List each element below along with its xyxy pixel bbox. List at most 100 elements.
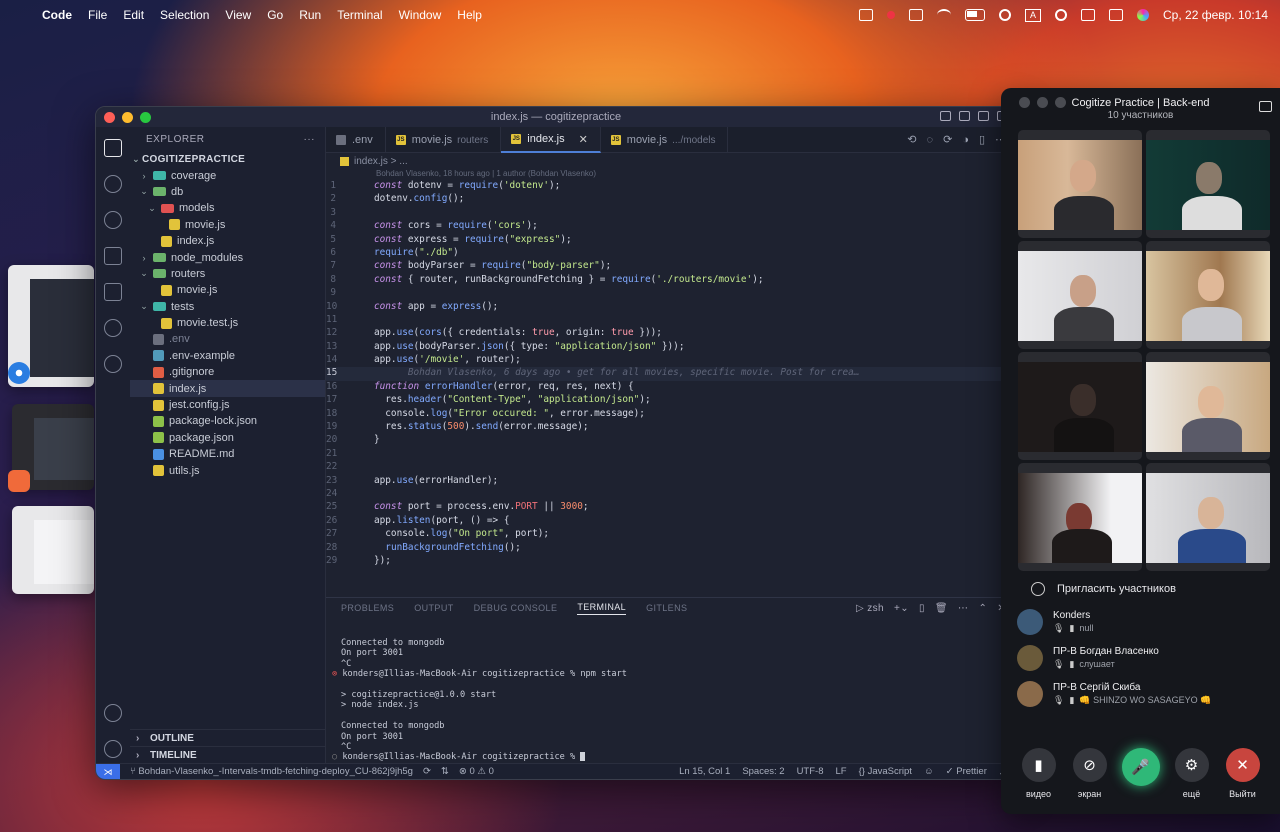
menu-selection[interactable]: Selection — [160, 8, 209, 22]
video-tile-6[interactable] — [1146, 352, 1270, 460]
tree-item[interactable]: .gitignore — [130, 364, 325, 380]
git-branch[interactable]: ⑂ Bohdan-Vlasenko_-Intervals-tmdb-fetchi… — [130, 766, 413, 777]
code-line[interactable]: 23 app.use(errorHandler); — [326, 475, 1016, 488]
run-debug-icon[interactable] — [104, 247, 122, 265]
microphone-button[interactable]: 🎤 — [1119, 748, 1163, 806]
wifi-icon[interactable] — [937, 9, 952, 21]
more-button[interactable]: ⚙ ещё — [1170, 748, 1214, 806]
extensions-icon[interactable] — [104, 283, 122, 301]
toggle-panel-icon[interactable] — [959, 111, 970, 121]
indentation[interactable]: Spaces: 2 — [742, 766, 784, 777]
menu-help[interactable]: Help — [457, 8, 482, 22]
source-control-icon[interactable] — [104, 211, 122, 229]
tab-gitlens[interactable]: GITLENS — [646, 603, 687, 613]
tree-item[interactable]: index.js — [130, 380, 325, 397]
code-line[interactable]: 15 Bohdan Vlasenko, 6 days ago • get for… — [326, 367, 1016, 381]
tab-output[interactable]: OUTPUT — [414, 603, 453, 613]
tab-movie-routers[interactable]: JS movie.js routers — [386, 127, 502, 153]
panel-more-icon[interactable]: ⋯ — [958, 603, 968, 614]
screen-share-button[interactable]: ⊘ экран — [1068, 748, 1112, 806]
tree-item[interactable]: index.js — [130, 233, 325, 249]
code-line[interactable]: 13 app.use(bodyParser.json({ type: "appli… — [326, 341, 1016, 354]
tree-item[interactable]: README.md — [130, 446, 325, 462]
participant-row[interactable]: ПР-В Сергій Скиба 🎙 ▮ 👊 SHINZO WO SASAGEYO … — [1017, 676, 1272, 712]
participant-row[interactable]: ПР-В Богдан Власенко 🎙 ▮ слушает — [1017, 640, 1272, 676]
code-line[interactable]: 28 runBackgroundFetching(); — [326, 542, 1016, 555]
code-line[interactable]: 1 const dotenv = require('dotenv'); — [326, 180, 1016, 193]
sync-icon[interactable]: ⟳ — [423, 766, 431, 777]
tree-item[interactable]: ⌄ db — [130, 184, 325, 200]
kill-terminal-icon[interactable]: 🗑 — [935, 603, 948, 614]
new-terminal-icon[interactable]: +⌄ — [894, 603, 909, 614]
remote-explorer-icon[interactable] — [104, 355, 122, 373]
video-tile-2[interactable] — [1146, 130, 1270, 238]
siri-icon[interactable] — [1137, 9, 1150, 21]
code-line[interactable]: 5 const express = require("express"); — [326, 234, 1016, 247]
screen-share-status-icon[interactable] — [859, 9, 874, 21]
tab-terminal[interactable]: TERMINAL — [577, 602, 627, 615]
control-center-icon[interactable] — [1109, 9, 1124, 21]
tab-debug-console[interactable]: DEBUG CONSOLE — [474, 603, 558, 613]
terminal-output[interactable]: Connected to mongodb On port 3001 ^C ⊗ kond… — [326, 618, 1016, 763]
menu-run[interactable]: Run — [299, 8, 321, 22]
video-tile-8[interactable] — [1146, 463, 1270, 571]
tree-item[interactable]: ⌄ tests — [130, 299, 325, 315]
tree-item[interactable]: utils.js — [130, 462, 325, 478]
outline-section[interactable]: › OUTLINE — [130, 729, 325, 746]
accounts-icon[interactable] — [104, 704, 122, 722]
video-tile-7[interactable] — [1018, 463, 1142, 571]
menu-terminal[interactable]: Terminal — [337, 8, 382, 22]
recording-dot-icon[interactable] — [887, 11, 896, 19]
remote-indicator-icon[interactable]: ⋊ — [96, 763, 120, 779]
tree-item[interactable]: movie.test.js — [130, 315, 325, 331]
code-line[interactable]: 6 require("./db") — [326, 247, 1016, 260]
code-line[interactable]: 8 const { router, runBackgroundFetching }… — [326, 274, 1016, 287]
toggle-sidebar-icon[interactable] — [940, 111, 951, 121]
menu-app-name[interactable]: Code — [42, 8, 72, 22]
code-line[interactable]: 17 res.header("Content-Type", "applicati… — [326, 394, 1016, 407]
code-line[interactable]: 21 — [326, 448, 1016, 461]
tab-problems[interactable]: PROBLEMS — [341, 603, 394, 613]
project-root-row[interactable]: ⌄ COGITIZEPRACTICE — [130, 151, 325, 167]
video-tile-3[interactable] — [1018, 241, 1142, 349]
drawing-app-icon[interactable] — [8, 470, 30, 492]
code-line[interactable]: 10 const app = express(); — [326, 301, 1016, 314]
code-line[interactable]: 3 — [326, 207, 1016, 220]
tree-item[interactable]: .env-example — [130, 348, 325, 364]
gitlens-icon[interactable] — [104, 319, 122, 337]
code-line[interactable]: 26 app.listen(port, () => { — [326, 515, 1016, 528]
problems-count[interactable]: ⊗ 0 ⚠ 0 — [459, 766, 494, 777]
timeline-compare-icon[interactable]: ◑ — [962, 134, 969, 146]
code-line[interactable]: 12 app.use(cors({ credentials: true, orig… — [326, 327, 1016, 340]
code-line[interactable]: 9 — [326, 287, 1016, 300]
language-mode[interactable]: {} JavaScript — [859, 766, 912, 777]
code-line[interactable]: 22 — [326, 461, 1016, 474]
invite-participants-button[interactable]: Пригласить участников — [1017, 574, 1272, 604]
tree-item[interactable]: › node_modules — [130, 249, 325, 265]
tab-movie-models[interactable]: JS movie.js .../models — [601, 127, 729, 153]
prettier-status[interactable]: ✓ Prettier — [946, 766, 987, 777]
breadcrumb[interactable]: index.js > ... — [326, 153, 1016, 169]
code-line[interactable]: 11 — [326, 314, 1016, 327]
cursor-position[interactable]: Ln 15, Col 1 — [679, 766, 730, 777]
battery-icon[interactable] — [965, 9, 986, 21]
video-tile-4[interactable] — [1146, 241, 1270, 349]
code-area[interactable]: 1 const dotenv = require('dotenv'); 2 doten… — [326, 180, 1016, 568]
explorer-icon[interactable] — [104, 139, 122, 157]
code-line[interactable]: 2 dotenv.config(); — [326, 193, 1016, 206]
video-tile-1[interactable] — [1018, 130, 1142, 238]
safari-app-icon[interactable] — [8, 362, 30, 384]
tree-item[interactable]: jest.config.js — [130, 397, 325, 413]
menu-file[interactable]: File — [88, 8, 107, 22]
code-line[interactable]: 19 res.status(500).send(error.message); — [326, 421, 1016, 434]
code-line[interactable]: 4 const cors = require('cors'); — [326, 220, 1016, 233]
end-of-line[interactable]: LF — [835, 766, 846, 777]
codelens-blame[interactable]: Bohdan Vlasenko, 18 hours ago | 1 author… — [326, 169, 1016, 180]
clipboard-icon[interactable] — [1081, 9, 1096, 21]
vpn-icon[interactable] — [999, 9, 1012, 21]
participant-row[interactable]: Konders 🎙 ▮ null — [1017, 604, 1272, 640]
encoding[interactable]: UTF-8 — [797, 766, 824, 777]
menubar-clock[interactable]: Ср, 22 февр. 10:14 — [1163, 8, 1268, 22]
code-line[interactable]: 18 console.log("Error occured: ", error.… — [326, 408, 1016, 421]
menu-edit[interactable]: Edit — [123, 8, 144, 22]
